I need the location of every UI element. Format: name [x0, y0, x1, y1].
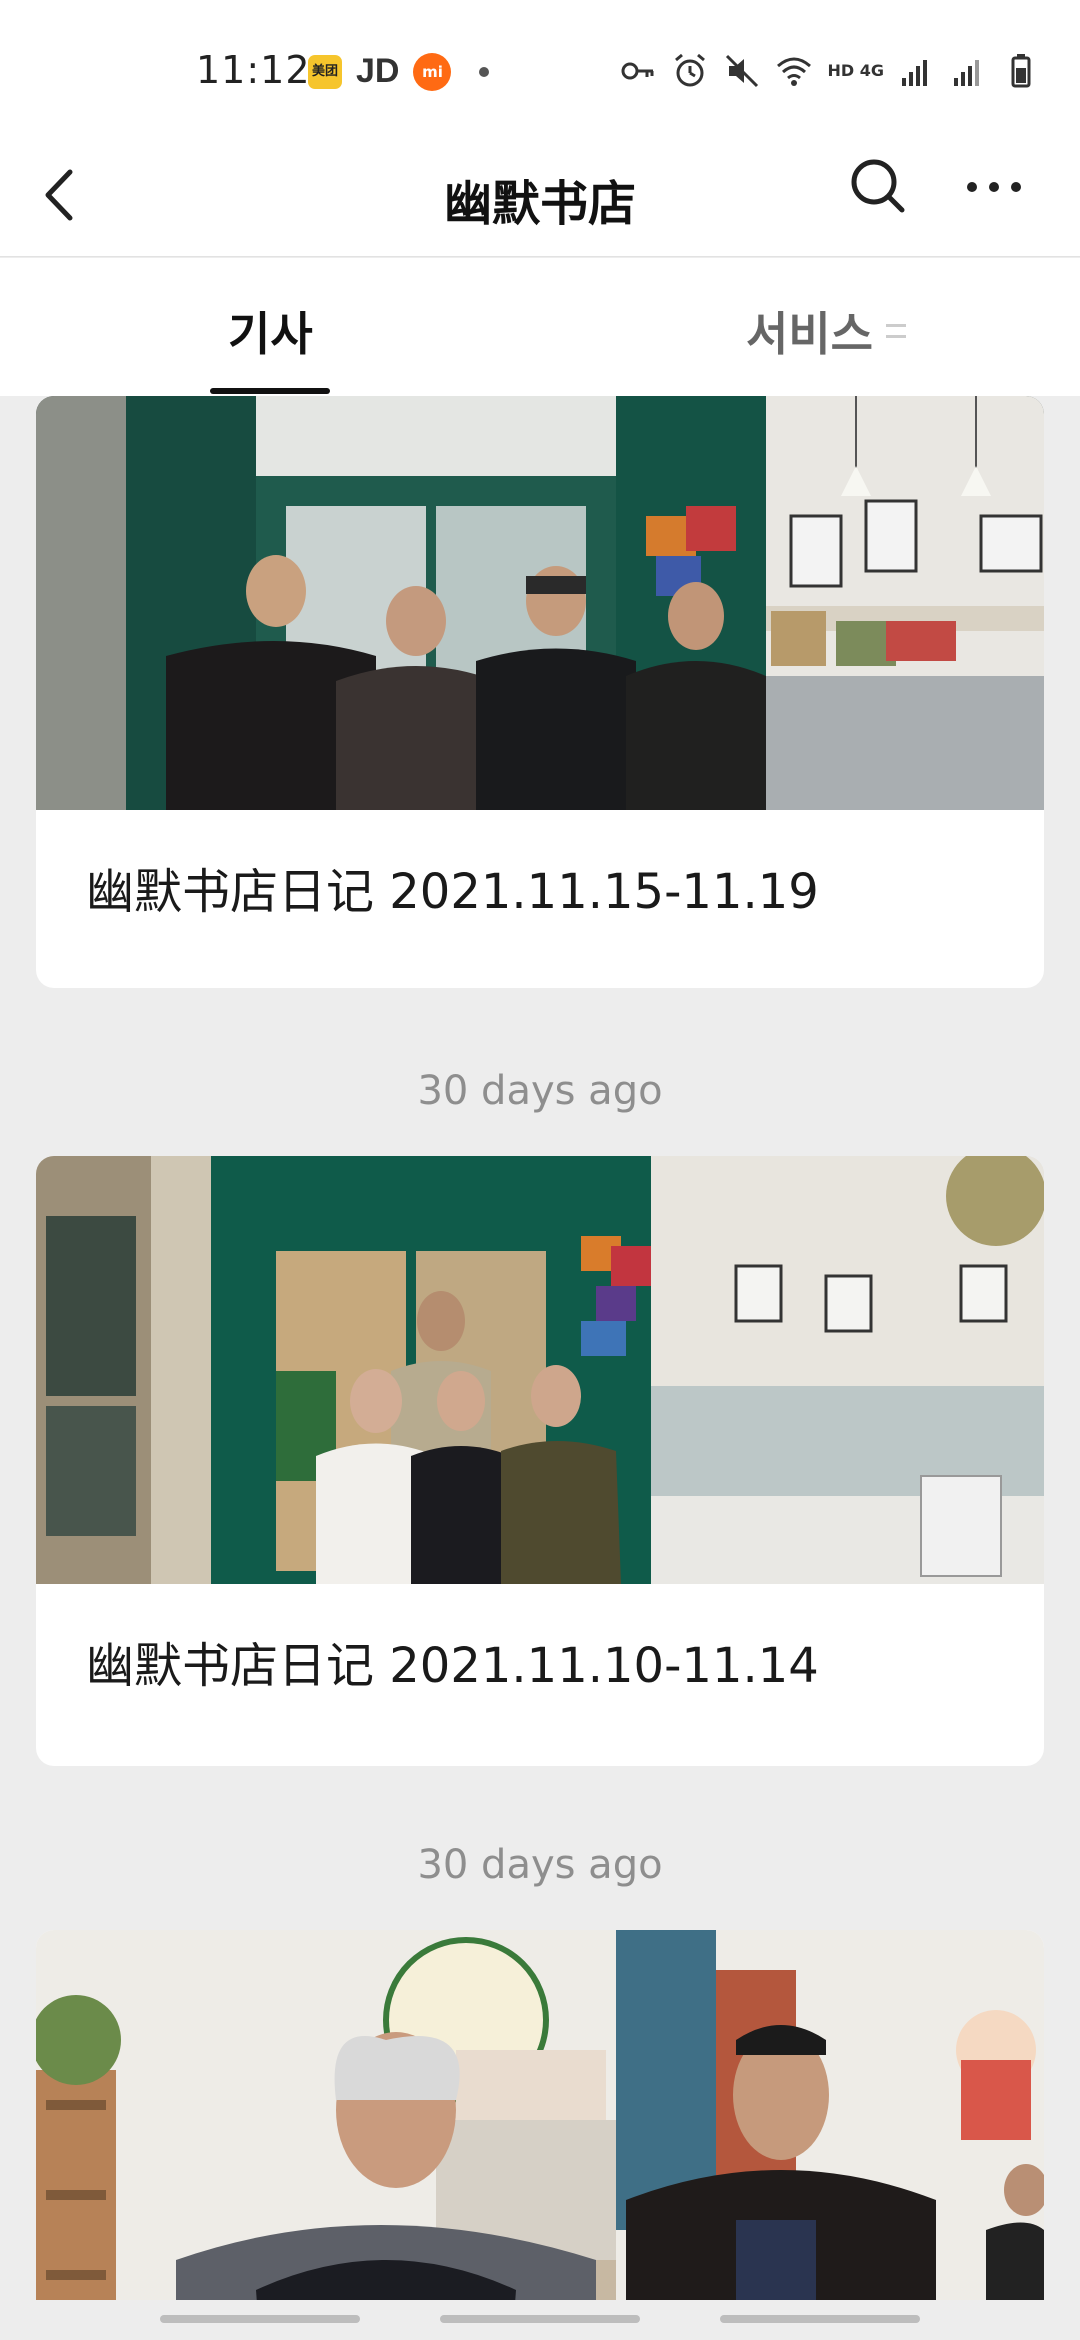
key-icon — [621, 62, 654, 80]
article-card[interactable]: 幽默书店日记 2021.11.15-11.19 — [36, 396, 1044, 988]
article-title: 幽默书店日记 2021.11.15-11.19 — [86, 864, 819, 920]
more-notifications-dot-icon — [479, 66, 490, 77]
article-photo — [36, 1930, 1044, 2300]
meituan-icon: 美团 — [308, 54, 342, 89]
more-options-icon[interactable] — [962, 162, 1026, 212]
signal-icon — [902, 60, 927, 86]
status-time: 11:12 — [196, 48, 311, 92]
article-card[interactable]: 幽默书店日记 2021.11.10-11.14 — [36, 1156, 1044, 1766]
wifi-icon — [777, 57, 812, 86]
tab-bar: 기사 서비스 — [0, 258, 1080, 396]
tab-overflow-icon — [886, 324, 906, 338]
nav-handle-right[interactable] — [720, 2315, 920, 2323]
tab-services[interactable]: 서비스 — [746, 298, 873, 364]
article-card[interactable] — [36, 1930, 1044, 2300]
article-photo — [36, 396, 1044, 810]
network-type-label: HD 4G — [827, 61, 884, 80]
jd-icon: JD — [356, 52, 400, 90]
active-tab-indicator — [210, 388, 330, 394]
app-header: 幽默书店 — [0, 140, 1080, 257]
nav-handle-center[interactable] — [440, 2315, 640, 2323]
system-icons: HD 4G — [619, 52, 1040, 90]
gesture-navigation-bar — [0, 2300, 1080, 2340]
battery-icon — [1011, 54, 1031, 88]
search-icon[interactable] — [846, 154, 910, 218]
page-title: 幽默书店 — [443, 176, 636, 232]
article-feed: 幽默书店日记 2021.11.15-11.19 30 days ago 幽默书店… — [0, 396, 1080, 2300]
nav-handle-left[interactable] — [160, 2315, 360, 2323]
article-timestamp: 30 days ago — [417, 1842, 663, 1888]
alarm-icon — [675, 53, 706, 87]
signal-2-icon — [954, 60, 979, 86]
mi-icon: mi — [413, 52, 452, 91]
tab-articles[interactable]: 기사 — [228, 298, 313, 364]
article-title: 幽默书店日记 2021.11.10-11.14 — [86, 1638, 819, 1694]
article-timestamp: 30 days ago — [417, 1068, 663, 1114]
notification-icons: 美团 JD mi — [308, 52, 490, 91]
mute-icon — [726, 54, 759, 88]
article-photo — [36, 1156, 1044, 1584]
status-bar: 11:12 美团 JD mi HD 4G — [0, 0, 1080, 140]
